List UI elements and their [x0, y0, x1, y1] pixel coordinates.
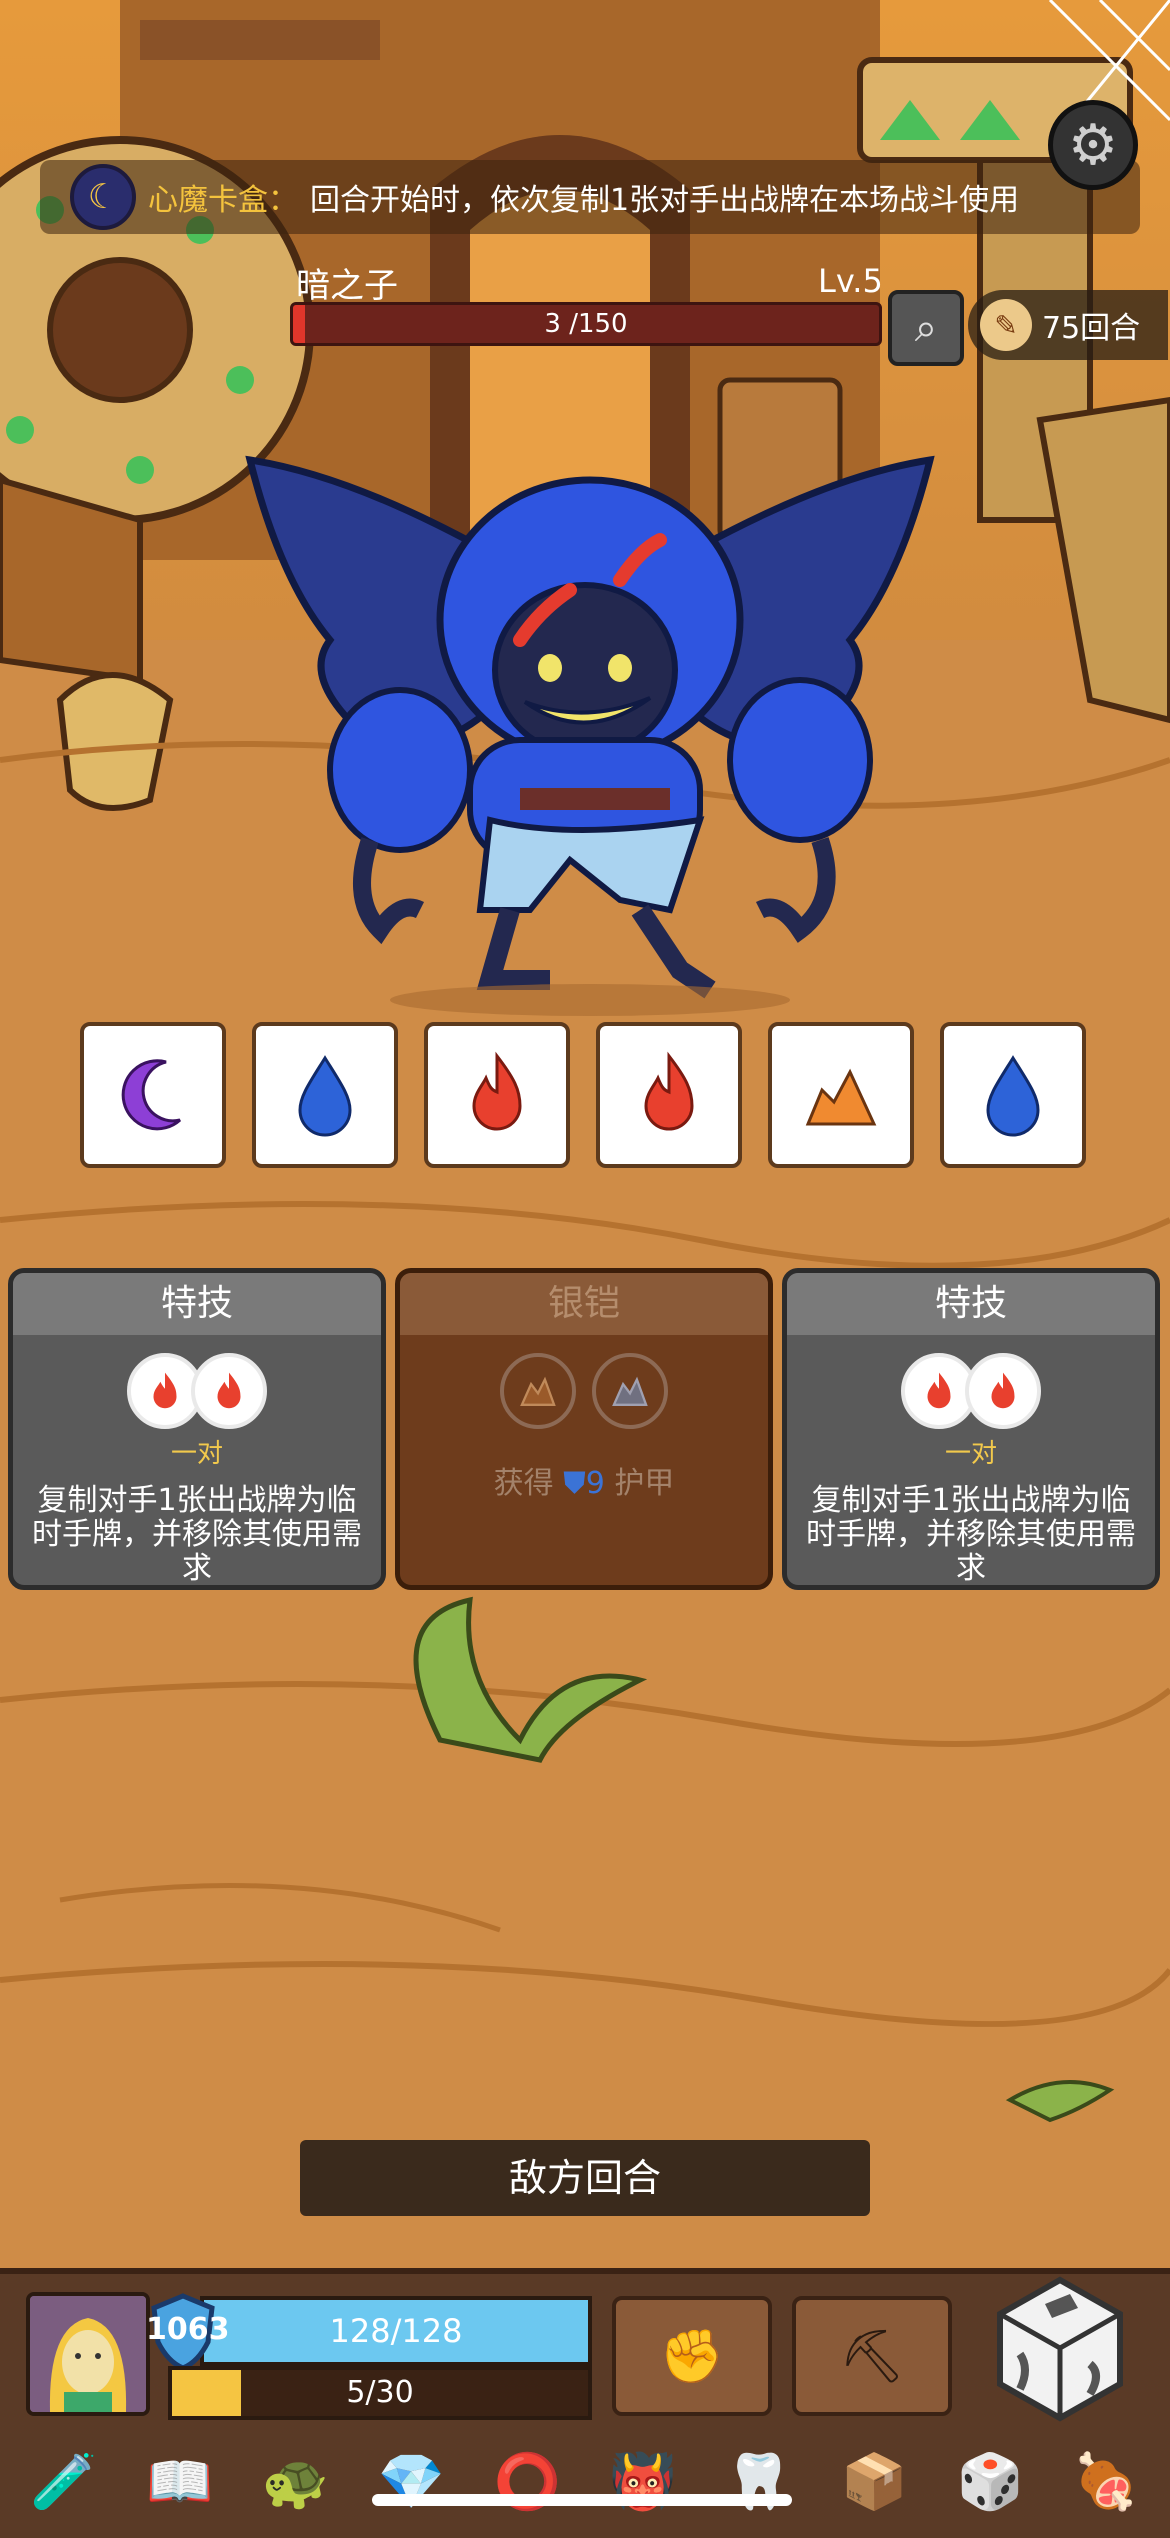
- enemy-dice-row: [80, 1022, 1090, 1172]
- water-die-icon: [252, 1022, 398, 1168]
- player-hp-text: 128/128: [329, 2312, 463, 2350]
- desc-prefix: 获得: [493, 1466, 554, 1501]
- card-title: 特技: [13, 1273, 381, 1335]
- armor-shield-icon: ⛊: [563, 1466, 586, 1501]
- inspect-enemy-button[interactable]: ⌕: [888, 290, 964, 366]
- enemy-level: Lv.5: [818, 262, 883, 300]
- fanged-helmet-icon[interactable]: 👹: [599, 2438, 687, 2526]
- fire-slot-icon: [965, 1353, 1041, 1429]
- d20-icon[interactable]: 🎲: [946, 2438, 1034, 2526]
- fire-die-icon: [596, 1022, 742, 1168]
- round-counter[interactable]: ✎ 75回合: [968, 290, 1168, 360]
- iron-ring-icon[interactable]: ⭕: [483, 2438, 571, 2526]
- action-card-silver-armor[interactable]: 银铠 获得 ⛊9 护甲: [395, 1268, 773, 1590]
- roll-dice-button[interactable]: [990, 2274, 1130, 2424]
- relic-description: 回合开始时，依次复制1张对手出战牌在本场战斗使用: [310, 183, 1020, 218]
- item-bar: 🧪 📖 🐢 💎 ⭕ 👹 🦷 📦 🎲 🍖: [20, 2432, 1150, 2532]
- desc-suffix: 护甲: [614, 1466, 675, 1501]
- enemy-hp-text: 3 /150: [544, 309, 628, 339]
- potion-icon[interactable]: 🧪: [20, 2438, 108, 2526]
- round-counter-label: 75回合: [1042, 311, 1141, 346]
- home-indicator: [372, 2494, 792, 2506]
- card-description: 复制对手1张出战牌为临时手牌，并移除其使用需求: [806, 1483, 1136, 1586]
- enemy-hp-bar: 3 /150: [290, 302, 882, 346]
- armor-value: 9: [585, 1466, 605, 1501]
- card-description: 获得 ⛊9 护甲: [412, 1467, 756, 1501]
- card-slots: [13, 1353, 381, 1429]
- emerald-icon[interactable]: 💎: [367, 2438, 455, 2526]
- player-avatar[interactable]: [26, 2292, 150, 2416]
- card-title: 银铠: [400, 1273, 768, 1335]
- relic-bar[interactable]: ☾ 心魔卡盒 ： 回合开始时，依次复制1张对手出战牌在本场战斗使用: [40, 160, 1140, 234]
- enemy-monster[interactable]: [240, 440, 940, 1020]
- player-energy-text: 5/30: [346, 2375, 414, 2410]
- player-shield-value: 1063: [146, 2312, 230, 2347]
- skill-fist-icon[interactable]: ✊: [612, 2296, 772, 2416]
- fire-slot-icon: [191, 1353, 267, 1429]
- enemy-turn-banner: 敌方回合: [300, 2140, 870, 2216]
- action-card-special-left[interactable]: 特技 一对 复制对手1张出战牌为临时手牌，并移除其使用需求: [8, 1268, 386, 1590]
- turtle-shell-icon[interactable]: 🐢: [252, 2438, 340, 2526]
- skull-book-icon[interactable]: 📖: [136, 2438, 224, 2526]
- fire-die-icon: [424, 1022, 570, 1168]
- player-energy-bar: 5/30: [168, 2366, 592, 2420]
- combo-label: 一对: [944, 1439, 997, 1469]
- crescent-moon-icon: ☾: [70, 164, 136, 230]
- combo-label: 一对: [170, 1439, 223, 1469]
- card-title: 特技: [787, 1273, 1155, 1335]
- skill-shovel-icon[interactable]: ⛏: [792, 2296, 952, 2416]
- earth-die-icon: [768, 1022, 914, 1168]
- meat-leg-icon[interactable]: 🍖: [1062, 2438, 1150, 2526]
- fang-jaw-icon[interactable]: 🦷: [715, 2438, 803, 2526]
- earth-slot-icon: [500, 1353, 576, 1429]
- card-slots: [787, 1353, 1155, 1429]
- player-hp-bar: 128/128: [200, 2296, 592, 2366]
- relic-name: 心魔卡盒: [148, 183, 268, 218]
- water-die-icon: [940, 1022, 1086, 1168]
- earth-slot-icon: [592, 1353, 668, 1429]
- enemy-name: 暗之子: [296, 266, 398, 306]
- settings-gear-icon[interactable]: ⚙: [1048, 100, 1138, 190]
- card-slots: [400, 1353, 768, 1429]
- moon-die-icon: [80, 1022, 226, 1168]
- scroll-icon: ✎: [980, 299, 1032, 351]
- action-card-special-right[interactable]: 特技 一对 复制对手1张出战牌为临时手牌，并移除其使用需求: [782, 1268, 1160, 1590]
- card-description: 复制对手1张出战牌为临时手牌，并移除其使用需求: [32, 1483, 362, 1586]
- relic-separator: ：: [268, 183, 298, 218]
- toaster-icon[interactable]: 📦: [830, 2438, 918, 2526]
